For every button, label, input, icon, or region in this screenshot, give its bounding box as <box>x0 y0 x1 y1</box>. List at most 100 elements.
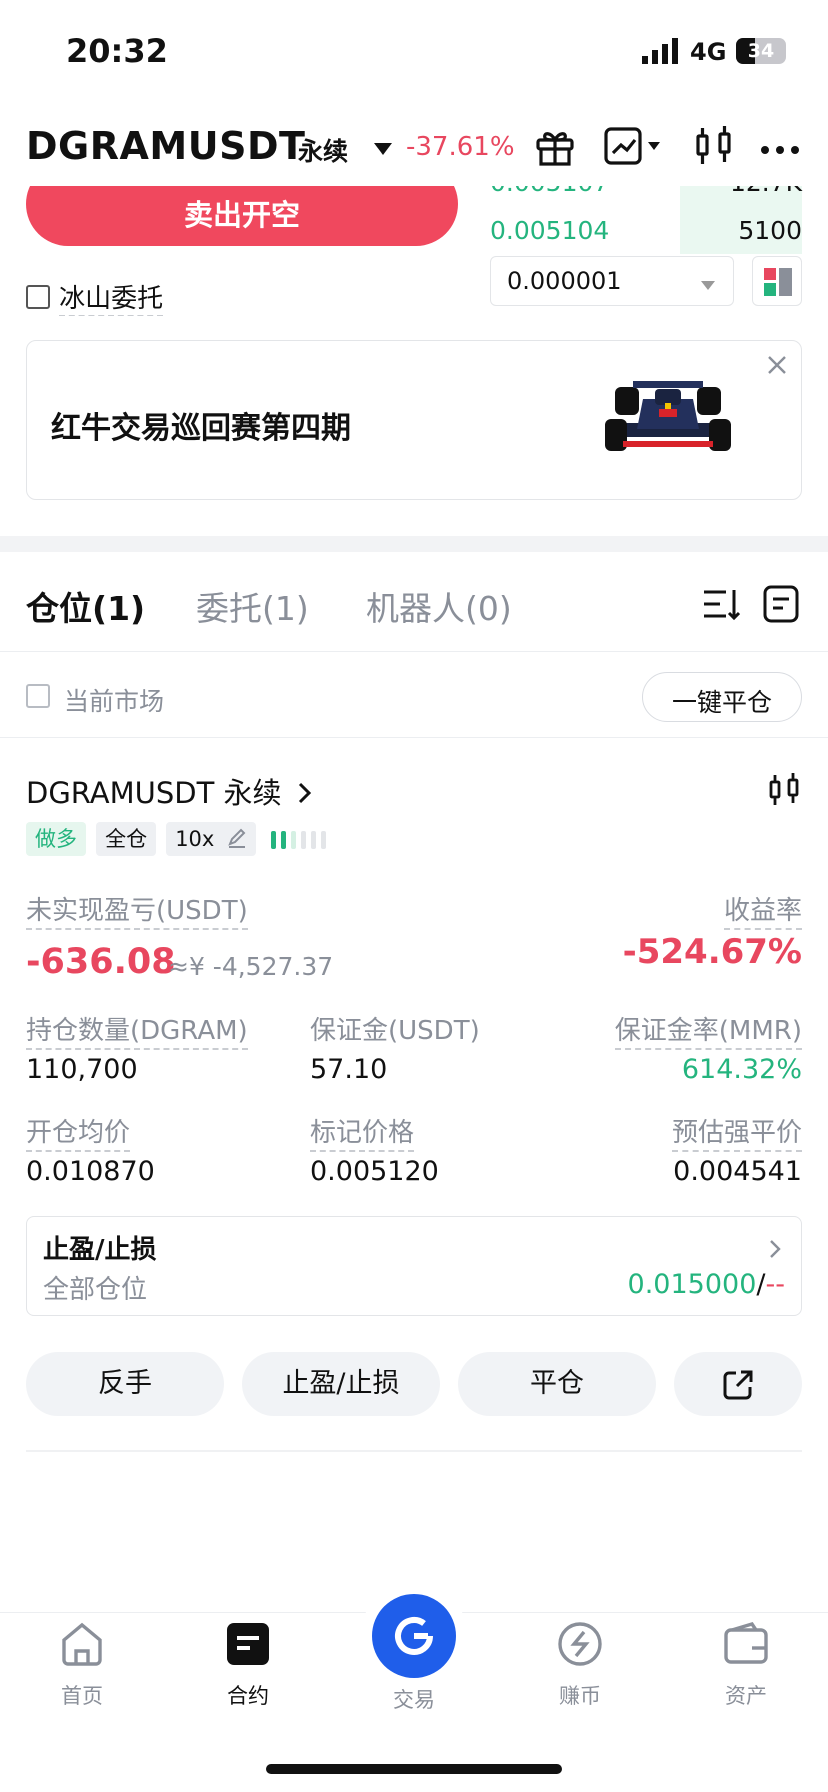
more-icon[interactable] <box>760 140 800 159</box>
position-tabs: 仓位(1) 委托(1) 机器人(0) <box>0 552 828 652</box>
position-card: DGRAMUSDT 永续 做多 全仓 10x 未实现盈亏(USDT) -636.… <box>0 740 828 1452</box>
current-market-checkbox[interactable] <box>26 684 50 708</box>
share-button[interactable] <box>674 1352 802 1416</box>
symbol-title[interactable]: DGRAMUSDT <box>26 124 305 168</box>
take-profit-value: 0.015000 <box>627 1269 757 1300</box>
position-tags: 做多 全仓 10x <box>26 822 327 857</box>
sell-short-button[interactable]: 卖出开空 <box>26 186 458 246</box>
status-bar: 20:32 4G 34 <box>0 0 828 100</box>
close-all-label: 一键平仓 <box>671 688 772 717</box>
wallet-icon <box>724 1622 768 1664</box>
trade-panel: 卖出开空 冰山委托 0.005107 12.7K 0.005104 5100 0… <box>0 186 828 316</box>
nav-contract-label: 合约 <box>227 1684 269 1708</box>
mmr-value: 614.32% <box>681 1054 802 1085</box>
orderbook-price: 0.005107 <box>490 186 609 197</box>
nav-contract[interactable]: 合约 <box>178 1620 318 1710</box>
promo-banner[interactable]: 红牛交易巡回赛第四期 <box>26 340 802 500</box>
header: DGRAMUSDT 永续 -37.61% <box>0 110 828 186</box>
mark-price-label: 标记价格 <box>310 1112 415 1152</box>
orderbook-layout-button[interactable] <box>752 256 802 306</box>
unrealized-pnl-cny: ≈¥ -4,527.37 <box>168 952 334 981</box>
orderbook-layout-icon <box>764 268 792 296</box>
entry-price-value: 0.010870 <box>26 1156 155 1187</box>
stop-loss-value: -- <box>765 1269 786 1300</box>
edit-icon <box>228 828 246 848</box>
tpsl-values: 0.015000/-- <box>628 1269 785 1300</box>
home-indicator <box>266 1764 562 1774</box>
network-label: 4G <box>690 38 727 66</box>
nav-trade-label: 交易 <box>393 1688 435 1712</box>
tpsl-box[interactable]: 止盈/止损 全部仓位 0.015000/-- <box>26 1216 802 1316</box>
trade-icon <box>395 1617 433 1655</box>
orderbook-price: 0.005104 <box>490 216 610 245</box>
close-position-button[interactable]: 平仓 <box>458 1352 656 1416</box>
race-car-image <box>603 379 733 463</box>
position-qty-label: 持仓数量(DGRAM) <box>26 1010 248 1050</box>
iceberg-label: 冰山委托 <box>59 284 164 316</box>
tab-positions[interactable]: 仓位(1) <box>26 582 145 630</box>
document-icon[interactable] <box>762 584 800 628</box>
battery-level: 34 <box>747 40 775 62</box>
unrealized-pnl-label: 未实现盈亏(USDT) <box>26 890 248 930</box>
precision-value: 0.000001 <box>507 267 622 295</box>
leverage-value: 10x <box>175 827 215 851</box>
liq-price-label: 预估强平价 <box>671 1112 802 1152</box>
tab-bots[interactable]: 机器人(0) <box>366 582 512 630</box>
share-icon <box>723 1370 753 1399</box>
sell-short-label: 卖出开空 <box>183 198 300 232</box>
tpsl-separator: / <box>756 1269 766 1300</box>
chart-trend-icon[interactable] <box>604 126 664 170</box>
entry-price-label: 开仓均价 <box>26 1112 131 1152</box>
iceberg-check-box[interactable] <box>26 284 50 309</box>
liq-price-value: 0.004541 <box>673 1156 802 1187</box>
contract-type[interactable]: 永续 <box>298 132 348 168</box>
leverage-tag[interactable]: 10x <box>166 822 257 856</box>
battery-icon: 34 <box>736 38 786 64</box>
roe-value: -524.67% <box>622 932 802 972</box>
reverse-button[interactable]: 反手 <box>26 1352 224 1416</box>
nav-earn[interactable]: 赚币 <box>510 1620 650 1710</box>
position-qty-value: 110,700 <box>26 1054 138 1085</box>
sort-icon[interactable] <box>702 586 741 626</box>
risk-level-indicator <box>271 827 327 857</box>
gift-icon[interactable] <box>534 126 576 172</box>
signal-icon <box>642 38 680 68</box>
promo-banner-text: 红牛交易巡回赛第四期 <box>51 411 351 446</box>
nav-assets[interactable]: 资产 <box>676 1620 816 1710</box>
roe-label: 收益率 <box>723 890 802 930</box>
nav-trade[interactable]: 交易 <box>344 1594 484 1714</box>
candlestick-icon[interactable] <box>768 772 800 812</box>
tab-orders[interactable]: 委托(1) <box>196 582 309 630</box>
section-divider <box>0 536 828 552</box>
earn-icon <box>558 1622 602 1666</box>
chevron-right-icon <box>770 1240 781 1258</box>
close-all-button[interactable]: 一键平仓 <box>642 672 802 722</box>
chevron-right-icon <box>298 782 311 804</box>
tpsl-scope: 全部仓位 <box>43 1275 148 1305</box>
tpsl-button[interactable]: 止盈/止损 <box>242 1352 440 1416</box>
orderbook-qty: 5100 <box>738 216 802 245</box>
iceberg-checkbox[interactable]: 冰山委托 <box>26 278 164 316</box>
caret-down-icon[interactable] <box>374 142 392 161</box>
current-market-label: 当前市场 <box>64 687 165 716</box>
status-time: 20:32 <box>66 32 168 70</box>
mark-price-value: 0.005120 <box>310 1156 439 1187</box>
nav-home-label: 首页 <box>61 1684 103 1708</box>
contract-icon <box>227 1623 269 1665</box>
position-symbol[interactable]: DGRAMUSDT 永续 <box>26 770 313 812</box>
tpsl-title: 止盈/止损 <box>43 1235 157 1265</box>
trade-button[interactable] <box>372 1594 456 1678</box>
tag-long: 做多 <box>26 822 86 856</box>
card-divider <box>26 1450 802 1452</box>
orderbook-qty: 12.7K <box>730 186 802 197</box>
nav-earn-label: 赚币 <box>559 1684 601 1708</box>
candlestick-icon[interactable] <box>694 124 734 172</box>
precision-select[interactable]: 0.000001 <box>490 256 734 306</box>
price-change: -37.61% <box>406 132 515 162</box>
nav-home[interactable]: 首页 <box>12 1620 152 1710</box>
close-icon[interactable] <box>767 355 787 379</box>
position-symbol-label: DGRAMUSDT 永续 <box>26 776 282 810</box>
mmr-label: 保证金率(MMR) <box>614 1010 802 1050</box>
home-icon <box>62 1622 102 1666</box>
nav-assets-label: 资产 <box>725 1684 767 1708</box>
